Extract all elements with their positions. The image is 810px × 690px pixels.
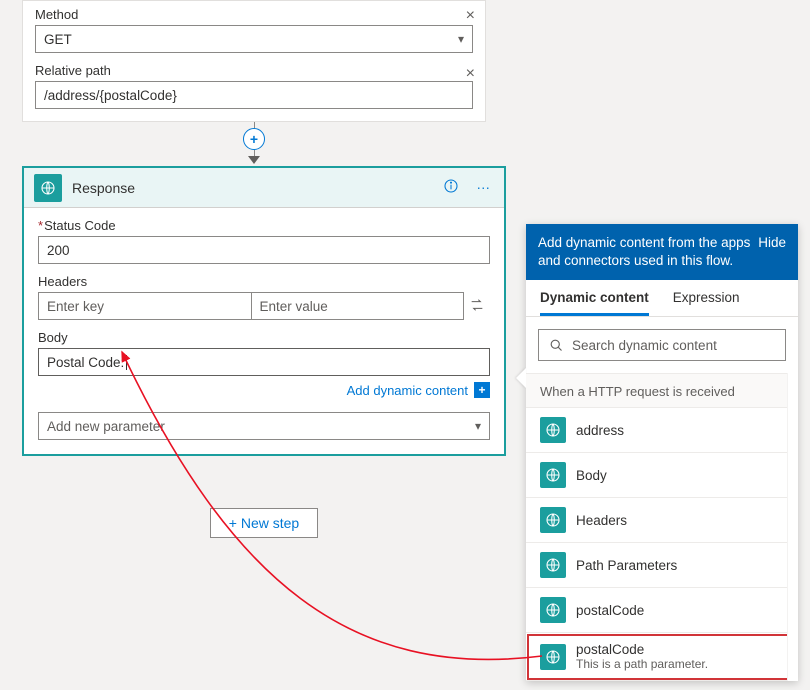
dynamic-content-item[interactable]: postalCode: [526, 588, 798, 633]
status-code-label: *Status Code: [38, 218, 490, 233]
text-cursor: [126, 355, 127, 370]
info-icon[interactable]: [439, 174, 463, 201]
close-icon[interactable]: ×: [466, 7, 475, 25]
item-label: postalCode: [576, 603, 644, 618]
dynamic-content-item[interactable]: Headers: [526, 498, 798, 543]
response-header[interactable]: Response ···: [24, 168, 504, 208]
add-parameter-placeholder: Add new parameter: [47, 419, 165, 434]
chevron-down-icon: ▾: [458, 32, 464, 46]
headers-value-input[interactable]: Enter value: [252, 292, 465, 320]
dynamic-content-section: When a HTTP request is received: [526, 373, 798, 408]
search-placeholder: Search dynamic content: [572, 338, 717, 353]
tab-dynamic-content[interactable]: Dynamic content: [540, 290, 649, 316]
globe-icon: [540, 417, 566, 443]
dynamic-content-item[interactable]: Path Parameters: [526, 543, 798, 588]
arrow-down-icon: [248, 156, 260, 164]
dynamic-content-header: Add dynamic content from the apps and co…: [526, 224, 798, 280]
method-label: Method: [35, 7, 473, 22]
item-label: Body: [576, 468, 607, 483]
dynamic-content-tabs: Dynamic content Expression: [526, 280, 798, 317]
new-step-button[interactable]: + New step: [210, 508, 318, 538]
dynamic-content-panel: Add dynamic content from the apps and co…: [526, 224, 798, 681]
scrollbar[interactable]: [790, 373, 796, 681]
new-step-label: + New step: [229, 515, 299, 531]
method-select[interactable]: GET ▾: [35, 25, 473, 53]
method-value: GET: [44, 32, 72, 47]
body-value: Postal Code:: [47, 355, 124, 370]
item-label: Path Parameters: [576, 558, 677, 573]
search-icon: [549, 338, 564, 353]
status-code-input[interactable]: 200: [38, 236, 490, 264]
dynamic-content-item[interactable]: address: [526, 408, 798, 453]
dynamic-content-header-text: Add dynamic content from the apps and co…: [538, 234, 758, 270]
dynamic-content-search[interactable]: Search dynamic content: [538, 329, 786, 361]
tab-expression[interactable]: Expression: [673, 290, 740, 316]
headers-key-input[interactable]: Enter key: [38, 292, 252, 320]
more-icon[interactable]: ···: [473, 176, 495, 199]
request-card: × × Method GET ▾ Relative path /address/…: [22, 0, 486, 122]
panel-caret-icon: [516, 368, 526, 388]
response-card: Response ··· *Status Code 200 Headers En…: [22, 166, 506, 456]
globe-icon: [540, 644, 566, 670]
add-dynamic-content-link[interactable]: Add dynamic content: [347, 383, 468, 398]
response-title: Response: [72, 180, 429, 196]
body-label: Body: [38, 330, 490, 345]
add-step-icon[interactable]: +: [243, 128, 265, 150]
globe-icon: [540, 552, 566, 578]
globe-icon: [540, 597, 566, 623]
item-label: address: [576, 423, 624, 438]
chevron-down-icon: ▾: [475, 419, 481, 433]
dynamic-content-item[interactable]: postalCodeThis is a path parameter.: [526, 633, 798, 681]
globe-icon: [540, 462, 566, 488]
globe-icon: [540, 507, 566, 533]
relative-path-label: Relative path: [35, 63, 473, 78]
swap-icon[interactable]: [464, 297, 490, 316]
item-description: This is a path parameter.: [576, 657, 708, 671]
relative-path-input[interactable]: /address/{postalCode}: [35, 81, 473, 109]
plus-badge-icon[interactable]: +: [474, 382, 490, 398]
response-icon: [34, 174, 62, 202]
connector: +: [22, 122, 486, 166]
close-icon[interactable]: ×: [466, 65, 475, 83]
headers-label: Headers: [38, 274, 490, 289]
hide-button[interactable]: Hide: [758, 234, 786, 252]
item-label: Headers: [576, 513, 627, 528]
add-parameter-select[interactable]: Add new parameter ▾: [38, 412, 490, 440]
status-code-value: 200: [47, 243, 70, 258]
relative-path-value: /address/{postalCode}: [44, 88, 177, 103]
body-input[interactable]: Postal Code:: [38, 348, 490, 376]
dynamic-content-item[interactable]: Body: [526, 453, 798, 498]
item-label: postalCode: [576, 642, 708, 657]
